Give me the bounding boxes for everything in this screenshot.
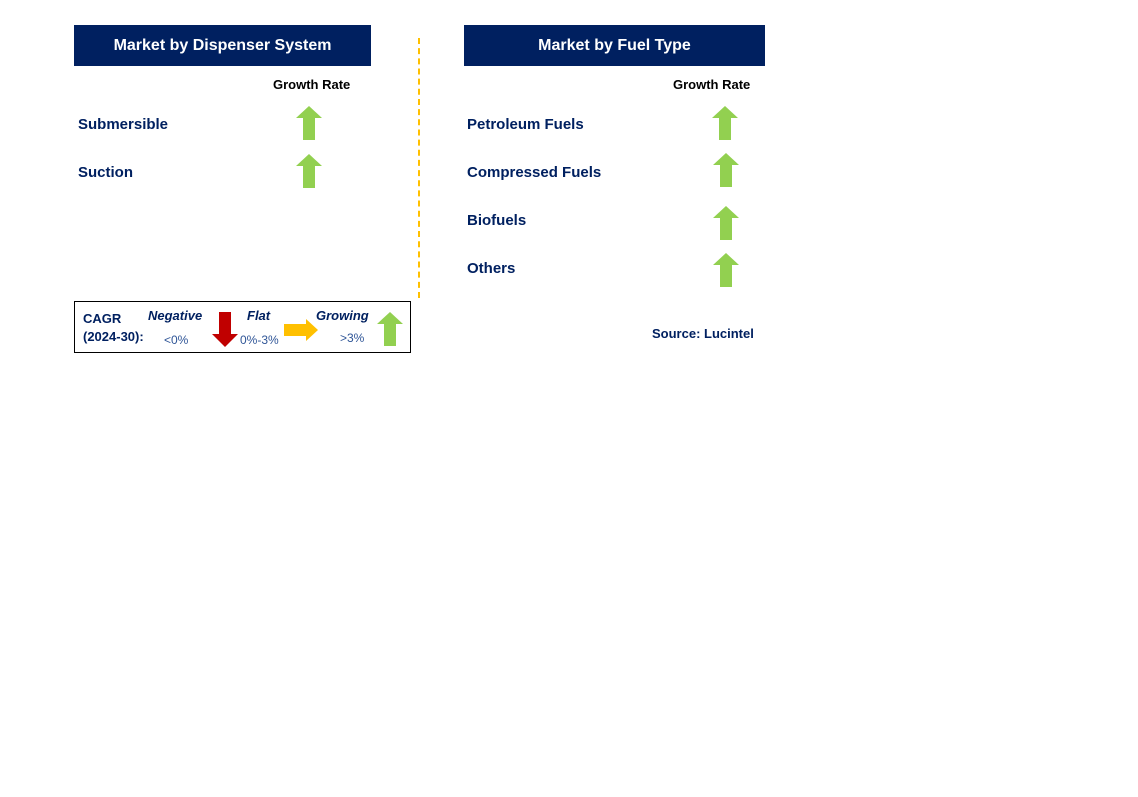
arrow-up-icon xyxy=(713,253,739,287)
arrow-up-icon xyxy=(713,153,739,187)
legend-negative-label: Negative xyxy=(148,308,203,323)
legend-negative-range: <0% xyxy=(164,333,189,347)
arrow-up-icon xyxy=(296,106,322,140)
arrow-up-icon xyxy=(377,312,403,346)
row-label-biofuels: Biofuels xyxy=(467,212,527,229)
legend-flat-range: 0%-3% xyxy=(240,333,279,347)
right-growth-rate-header: Growth Rate xyxy=(673,77,751,92)
arrow-up-icon xyxy=(712,106,738,140)
row-label-others: Others xyxy=(467,260,516,277)
row-label-compressed-fuels: Compressed Fuels xyxy=(467,164,602,181)
legend-growing-label: Growing xyxy=(316,308,369,323)
row-label-suction: Suction xyxy=(78,164,133,181)
row-label-petroleum-fuels: Petroleum Fuels xyxy=(467,116,584,133)
cagr-legend: CAGR (2024-30): Negative <0% Flat 0%-3% … xyxy=(74,301,411,353)
arrow-right-icon xyxy=(284,319,318,341)
dispenser-system-title: Market by Dispenser System xyxy=(113,36,332,54)
fuel-type-title: Market by Fuel Type xyxy=(538,36,691,54)
legend-flat-label: Flat xyxy=(247,308,271,323)
arrow-up-icon xyxy=(713,206,739,240)
arrow-down-icon xyxy=(212,312,238,347)
row-label-submersible: Submersible xyxy=(78,116,169,133)
legend-growing-range: >3% xyxy=(340,331,365,345)
legend-title-cagr: CAGR xyxy=(83,311,122,326)
dashed-divider xyxy=(418,38,420,298)
left-growth-rate-header: Growth Rate xyxy=(273,77,351,92)
dispenser-system-header: Market by Dispenser System xyxy=(74,25,371,66)
source-label: Source: Lucintel xyxy=(652,326,754,341)
arrow-up-icon xyxy=(296,154,322,188)
fuel-type-header: Market by Fuel Type xyxy=(464,25,765,66)
legend-title-period: (2024-30): xyxy=(83,329,144,344)
